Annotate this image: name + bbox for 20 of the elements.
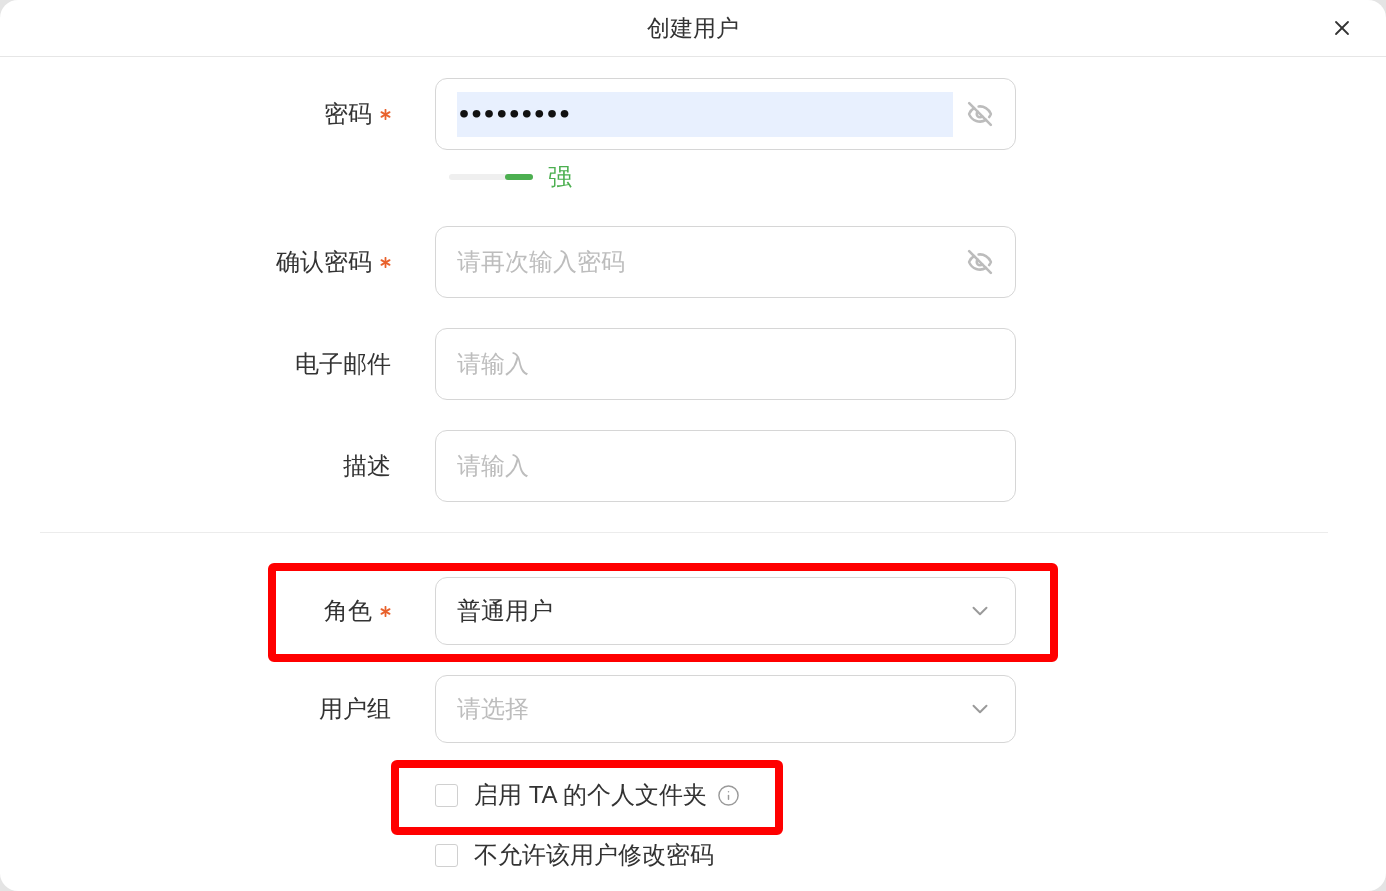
checkbox-label[interactable]: 不允许该用户修改密码 bbox=[474, 839, 714, 871]
eye-slash-icon[interactable] bbox=[967, 249, 993, 275]
info-icon[interactable] bbox=[716, 783, 740, 807]
input-field[interactable]: 请输入 bbox=[435, 328, 1016, 400]
password-field[interactable]: 请再次输入密码 bbox=[435, 226, 1016, 298]
dialog-title: 创建用户 bbox=[647, 13, 739, 43]
eye-slash-icon[interactable] bbox=[967, 101, 993, 127]
field-label: 角色 bbox=[324, 596, 372, 626]
checkbox-label[interactable]: 启用 TA 的个人文件夹 bbox=[474, 779, 707, 811]
checkbox[interactable] bbox=[435, 843, 458, 867]
field-label: 电子邮件 bbox=[295, 349, 391, 379]
field-label: 描述 bbox=[343, 451, 391, 481]
field-label: 确认密码 bbox=[276, 247, 372, 277]
password-field[interactable]: ••••••••• bbox=[435, 78, 1016, 150]
strength-label: 强 bbox=[548, 162, 572, 192]
dropdown[interactable]: 普通用户 bbox=[435, 577, 1016, 645]
input-field[interactable]: 请输入 bbox=[435, 430, 1016, 502]
field-label: 用户组 bbox=[319, 694, 391, 724]
checkbox[interactable] bbox=[435, 783, 458, 807]
field-label: 密码 bbox=[324, 99, 372, 129]
